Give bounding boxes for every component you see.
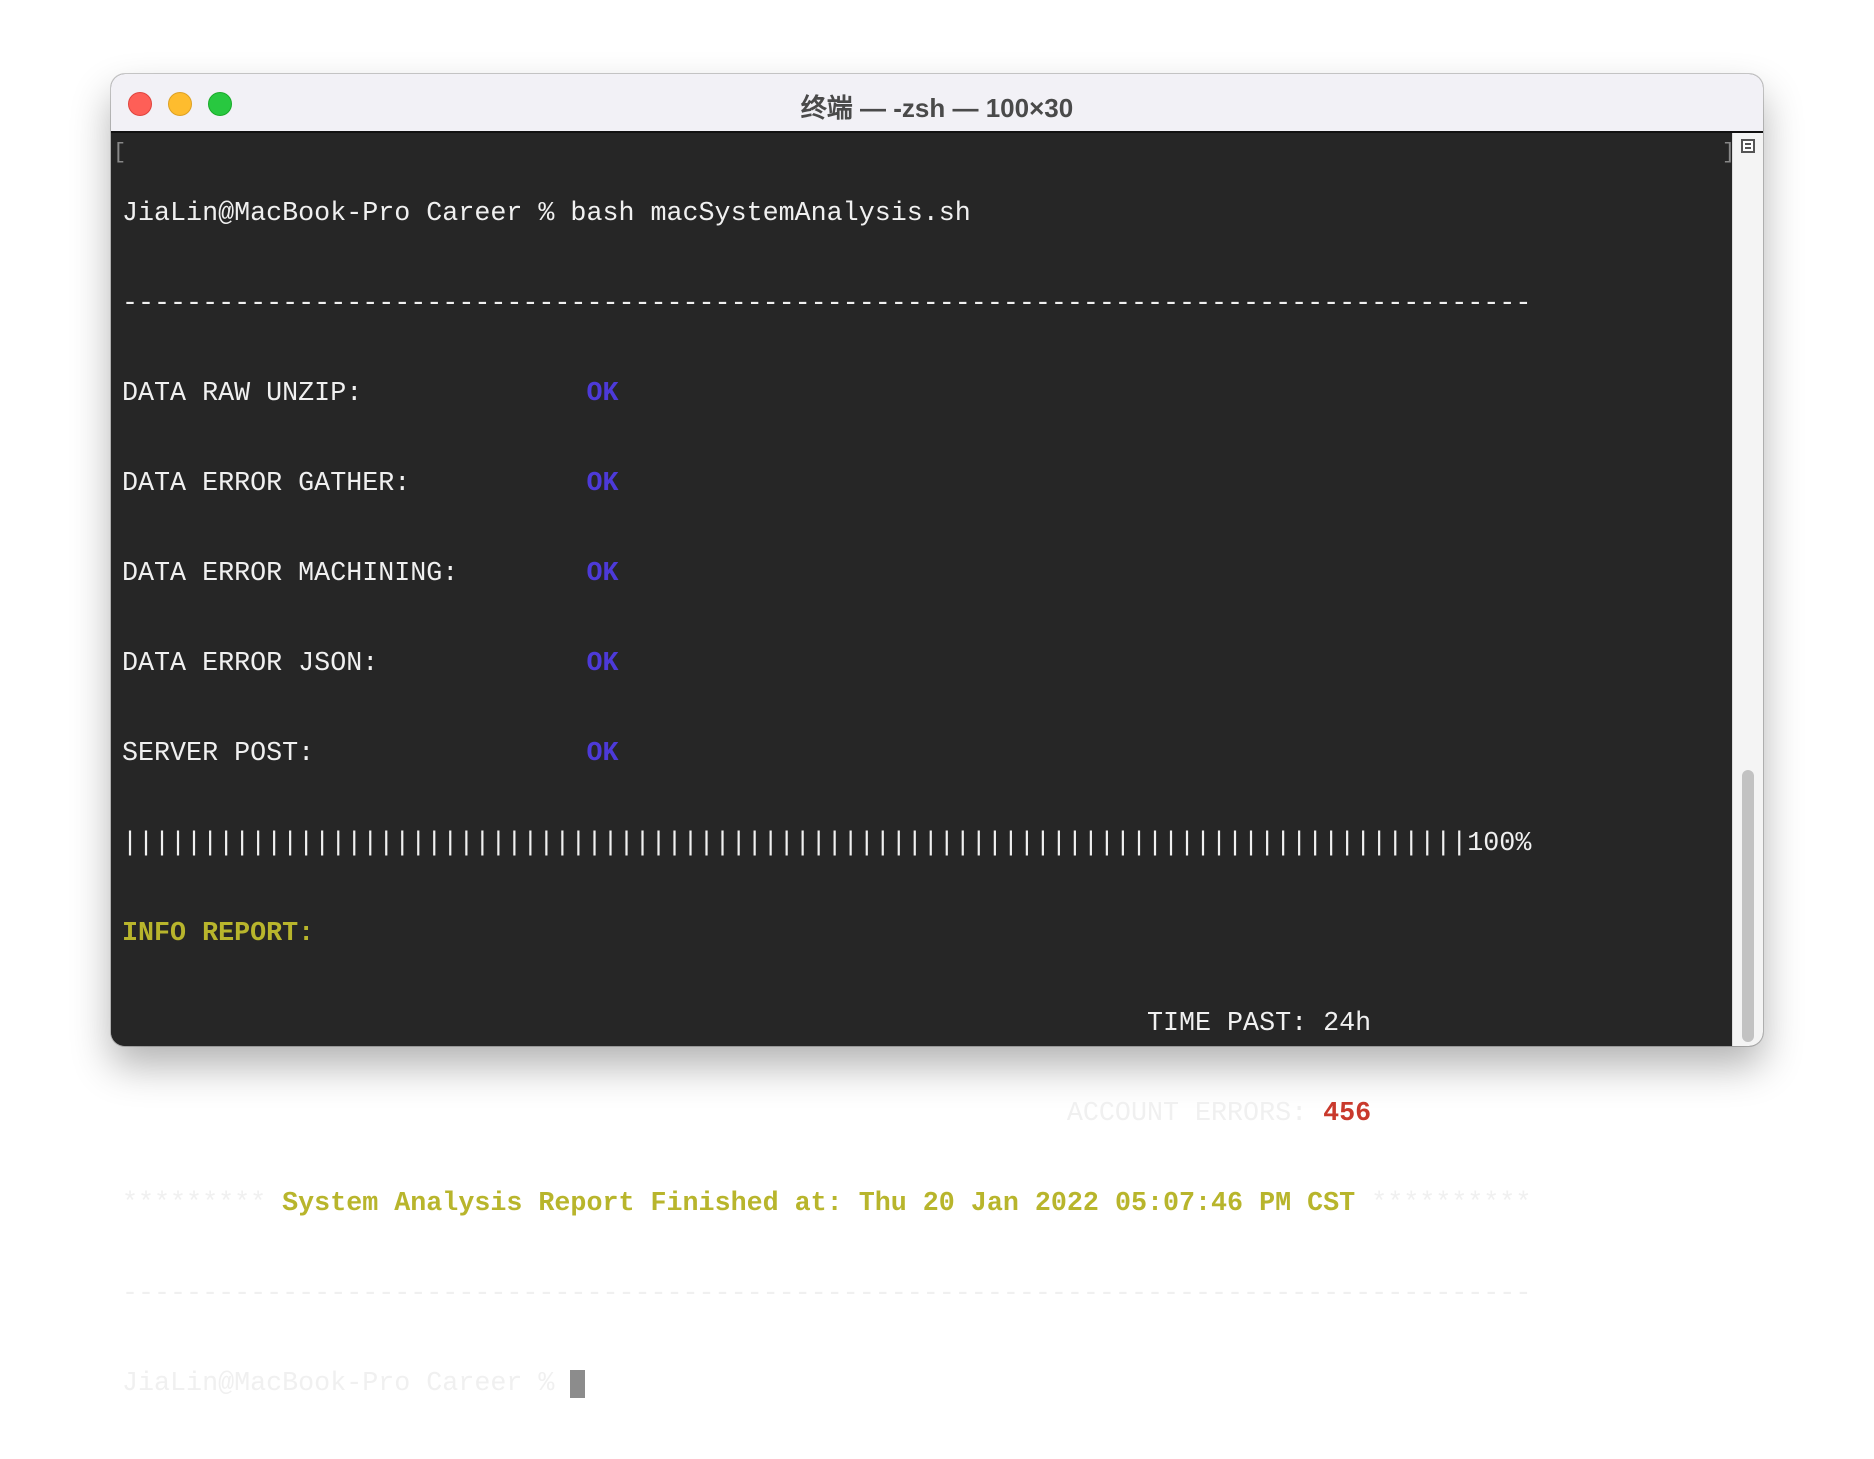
command-line: JiaLin@MacBook-Pro Career % bash macSyst… xyxy=(122,199,971,229)
check-status: OK xyxy=(586,649,619,679)
terminal-window: 终端 — -zsh — 100×30 [ ] JiaLin@MacBook-Pr… xyxy=(111,74,1763,1399)
check-status: OK xyxy=(586,469,619,499)
prompt-row: JiaLin@MacBook-Pro Career % xyxy=(122,1369,1732,1399)
check-row: DATA ERROR MACHINING: OK xyxy=(122,559,1732,589)
check-status: OK xyxy=(586,559,619,589)
account-errors-label: ACCOUNT ERRORS: xyxy=(122,1099,1324,1129)
check-status: OK xyxy=(586,739,619,769)
info-report-heading: INFO REPORT: xyxy=(122,919,315,949)
title-bar: 终端 — -zsh — 100×30 xyxy=(111,74,1763,133)
desktop: 终端 — -zsh — 100×30 [ ] JiaLin@MacBook-Pr… xyxy=(0,0,1874,1399)
check-label: DATA ERROR JSON: xyxy=(122,649,587,679)
progress-text: 100% xyxy=(1467,829,1532,859)
mark-bracket-icon: [ xyxy=(113,140,127,165)
terminal-output[interactable]: [ ] JiaLin@MacBook-Pro Career % bash mac… xyxy=(111,133,1735,1399)
divider: ----------------------------------------… xyxy=(122,1279,1532,1309)
marks-icon[interactable] xyxy=(1741,139,1755,153)
check-label: DATA ERROR GATHER: xyxy=(122,469,587,499)
check-label: SERVER POST: xyxy=(122,739,587,769)
time-past: TIME PAST: 24h xyxy=(122,1009,1372,1039)
check-row: DATA RAW UNZIP: OK xyxy=(122,379,1732,409)
divider: ----------------------------------------… xyxy=(122,289,1532,319)
account-errors-value: 456 xyxy=(1323,1099,1372,1129)
account-errors-row: ACCOUNT ERRORS: 456 xyxy=(122,1099,1732,1129)
scrollbar[interactable] xyxy=(1732,133,1763,1046)
cursor xyxy=(570,1370,586,1398)
window-title: 终端 — -zsh — 100×30 xyxy=(800,93,1074,123)
check-row: DATA ERROR JSON: OK xyxy=(122,649,1732,679)
check-label: DATA ERROR MACHINING: xyxy=(122,559,587,589)
check-label: DATA RAW UNZIP: xyxy=(122,379,587,409)
progress-row: ||||||||||||||||||||||||||||||||||||||||… xyxy=(122,829,1732,859)
check-status: OK xyxy=(586,379,619,409)
progress-bar: ||||||||||||||||||||||||||||||||||||||||… xyxy=(122,829,1468,859)
check-row: SERVER POST: OK xyxy=(122,739,1732,769)
prompt: JiaLin@MacBook-Pro Career % xyxy=(122,1369,571,1399)
check-row: DATA ERROR GATHER: OK xyxy=(122,469,1732,499)
scrollbar-thumb[interactable] xyxy=(1742,770,1754,1042)
